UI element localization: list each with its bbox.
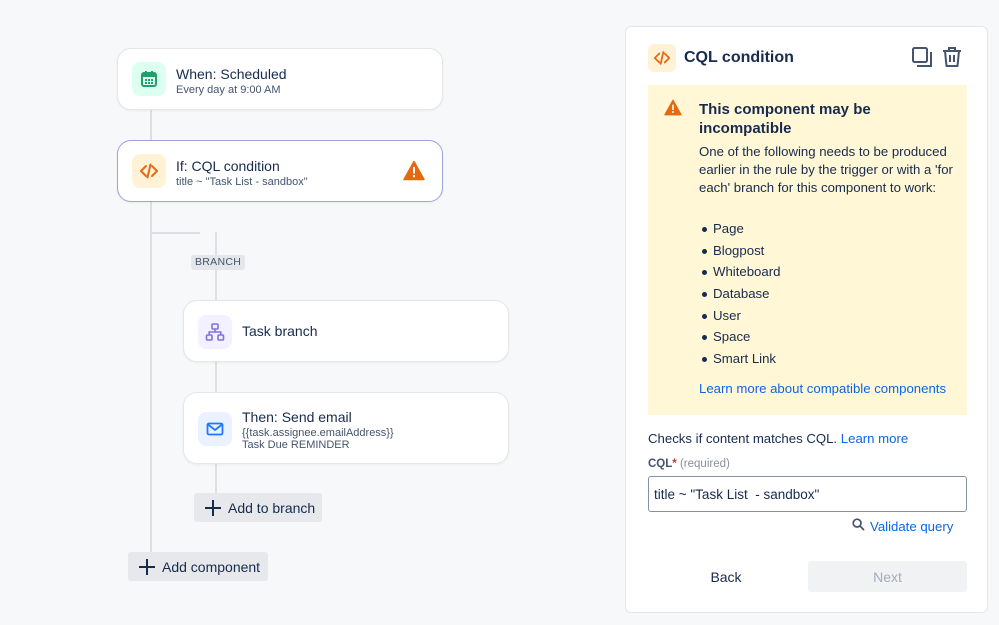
add-component-label: Add component: [162, 558, 261, 575]
description-text: Checks if content matches CQL.: [648, 431, 838, 446]
code-icon: [132, 154, 166, 188]
connector-line: [150, 232, 200, 234]
condition-subtitle: title ~ "Task List - sandbox": [176, 176, 308, 188]
validate-query-button[interactable]: Validate query: [852, 518, 953, 534]
warning-icon: [403, 160, 425, 186]
list-item: Database: [699, 283, 780, 305]
connector-line: [150, 110, 152, 140]
branch-icon: [198, 315, 232, 349]
action-title: Then: Send email: [242, 409, 352, 425]
trigger-title: When: Scheduled: [176, 66, 287, 82]
action-subject: Task Due REMINDER: [242, 439, 350, 451]
back-button[interactable]: Back: [689, 562, 763, 592]
next-button[interactable]: Next: [808, 561, 967, 592]
connector-line: [215, 464, 217, 494]
warning-icon: [664, 99, 682, 121]
warning-body: One of the following needs to be produce…: [699, 144, 953, 195]
add-component-button[interactable]: Add component: [128, 552, 268, 581]
learn-more-compatible-link[interactable]: Learn more about compatible components: [699, 381, 946, 396]
component-panel: CQL condition This component may be inco…: [625, 26, 988, 613]
incompatibility-warning: This component may be incompatible One o…: [648, 85, 967, 415]
email-icon: [198, 412, 232, 446]
component-description: Checks if content matches CQL. Learn mor…: [648, 431, 908, 446]
connector-line: [150, 202, 152, 552]
plus-icon: [138, 558, 156, 576]
required-hint: (required): [679, 458, 730, 470]
cql-label-text: CQL: [648, 458, 673, 470]
connector-line: [215, 362, 217, 392]
learn-more-link[interactable]: Learn more: [841, 431, 908, 446]
panel-title: CQL condition: [684, 49, 794, 66]
list-item: Page: [699, 218, 780, 240]
cql-input[interactable]: [648, 476, 967, 512]
condition-card[interactable]: If: CQL condition title ~ "Task List - s…: [117, 140, 443, 202]
search-icon: [852, 518, 865, 534]
list-item: User: [699, 305, 780, 327]
branch-card[interactable]: Task branch: [183, 300, 509, 362]
code-icon: [648, 44, 676, 72]
list-item: Blogpost: [699, 240, 780, 262]
action-card[interactable]: Then: Send email {{task.assignee.emailAd…: [183, 392, 509, 464]
duplicate-icon[interactable]: [910, 45, 934, 69]
warning-title: This component may be incompatible: [699, 101, 871, 137]
branch-tag: BRANCH: [191, 255, 246, 270]
trash-icon[interactable]: [940, 45, 964, 69]
list-item: Smart Link: [699, 348, 780, 370]
calendar-icon: [132, 62, 166, 96]
rule-canvas: When: Scheduled Every day at 9:00 AM If:…: [0, 0, 625, 625]
add-to-branch-button[interactable]: Add to branch: [194, 493, 322, 522]
list-item: Whiteboard: [699, 261, 780, 283]
cql-field-label: CQL* (required): [648, 458, 730, 470]
compatible-components-list: Page Blogpost Whiteboard Database User S…: [699, 218, 780, 370]
branch-title: Task branch: [242, 323, 318, 339]
validate-query-label: Validate query: [870, 518, 954, 534]
condition-title: If: CQL condition: [176, 158, 280, 174]
list-item: Space: [699, 326, 780, 348]
plus-icon: [204, 499, 222, 517]
required-mark: *: [672, 458, 677, 470]
add-to-branch-label: Add to branch: [228, 499, 316, 516]
trigger-subtitle: Every day at 9:00 AM: [176, 84, 281, 96]
trigger-card[interactable]: When: Scheduled Every day at 9:00 AM: [117, 48, 443, 110]
